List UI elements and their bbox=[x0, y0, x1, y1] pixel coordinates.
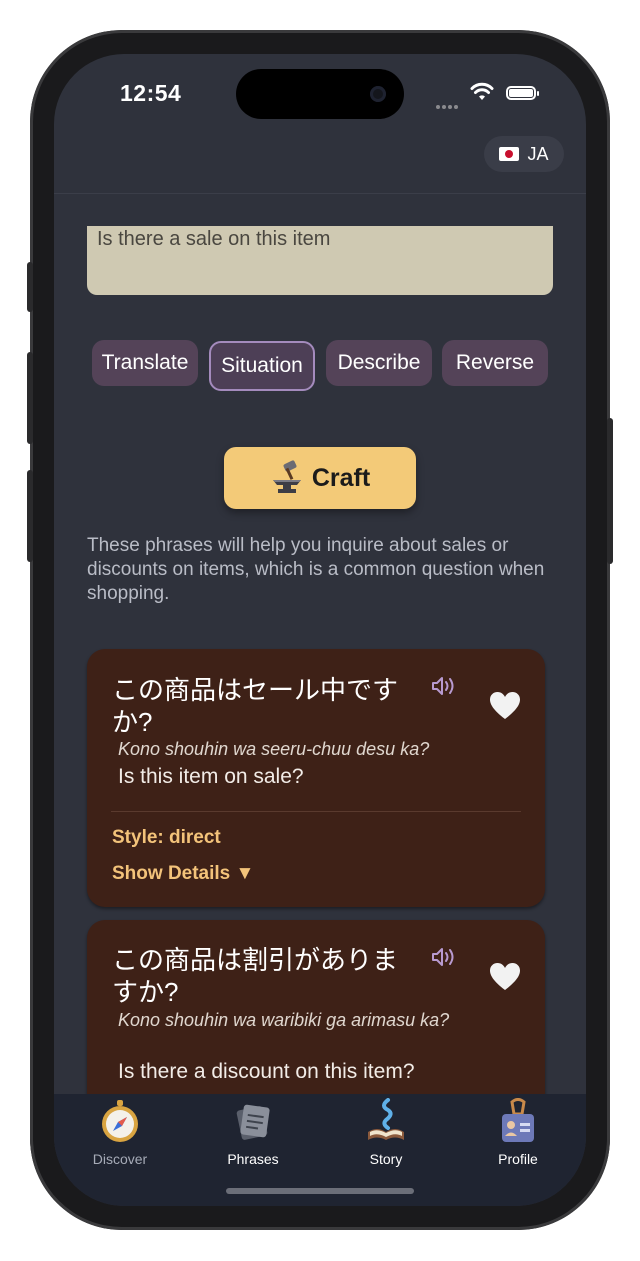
phrase-romaji: Kono shouhin wa seeru-chuu desu ka? bbox=[118, 739, 430, 759]
speaker-icon[interactable] bbox=[431, 946, 457, 968]
volume-down-button bbox=[27, 470, 33, 562]
phrase-card[interactable]: この商品はセール中ですか? Kono shouhin wa seeru-chuu… bbox=[87, 649, 545, 907]
tab-label: Profile bbox=[498, 1151, 538, 1167]
dynamic-island bbox=[236, 69, 404, 119]
phrase-english: Is there a discount on this item? bbox=[118, 1060, 415, 1083]
show-details-toggle[interactable]: Show Details ▼ bbox=[112, 863, 254, 885]
speaker-icon[interactable] bbox=[431, 675, 457, 697]
phrase-style: Style: direct bbox=[112, 827, 221, 848]
situation-description: These phrases will help you inquire abou… bbox=[87, 535, 545, 604]
header-divider bbox=[54, 193, 586, 194]
card-divider bbox=[111, 811, 521, 812]
battery-icon bbox=[506, 86, 539, 100]
mode-describe-button[interactable]: Describe bbox=[326, 340, 432, 386]
status-bar: 12:54 bbox=[54, 54, 586, 134]
action-button bbox=[27, 262, 33, 312]
craft-button[interactable]: Craft bbox=[224, 447, 416, 509]
mode-situation-button[interactable]: Situation bbox=[209, 341, 315, 391]
tab-label: Discover bbox=[92, 1151, 148, 1167]
tab-discover[interactable]: Discover bbox=[65, 1098, 175, 1167]
phrase-input[interactable]: Is there a sale on this item bbox=[87, 226, 553, 295]
phrase-japanese: この商品は割引がありますか? bbox=[112, 945, 399, 1007]
phrase-romaji: Kono shouhin wa waribiki ga arimasu ka? bbox=[118, 1010, 450, 1030]
phrase-english: Is this item on sale? bbox=[118, 765, 304, 788]
mode-reverse-button[interactable]: Reverse bbox=[442, 340, 548, 386]
status-time: 12:54 bbox=[120, 80, 182, 106]
compass-icon bbox=[102, 1100, 138, 1142]
notebook-icon bbox=[236, 1104, 270, 1140]
phrase-japanese: この商品はセール中ですか? bbox=[112, 675, 399, 737]
craft-label: Craft bbox=[311, 463, 371, 492]
favorite-heart-icon[interactable] bbox=[489, 691, 521, 721]
tab-label: Phrases bbox=[227, 1151, 279, 1167]
home-indicator bbox=[226, 1188, 414, 1194]
id-badge-icon bbox=[502, 1098, 534, 1142]
anvil-icon bbox=[272, 460, 301, 493]
power-button bbox=[607, 418, 613, 564]
camera-icon bbox=[370, 86, 386, 102]
language-selector[interactable]: JA bbox=[484, 136, 564, 172]
mode-translate-button[interactable]: Translate bbox=[92, 340, 198, 386]
cellular-signal-icon bbox=[436, 96, 460, 114]
language-code: JA bbox=[527, 143, 549, 164]
japan-flag-icon bbox=[499, 147, 520, 161]
volume-up-button bbox=[27, 352, 33, 444]
tab-phrases[interactable]: Phrases bbox=[198, 1098, 308, 1167]
wifi-icon bbox=[470, 82, 494, 100]
tab-profile[interactable]: Profile bbox=[463, 1098, 573, 1167]
tab-label: Story bbox=[369, 1151, 403, 1167]
story-book-icon bbox=[368, 1098, 404, 1140]
tab-story[interactable]: Story bbox=[331, 1098, 441, 1167]
app-screen: 12:54 JA Is there a sale on this item Tr… bbox=[54, 54, 586, 1206]
favorite-heart-icon[interactable] bbox=[489, 962, 521, 992]
